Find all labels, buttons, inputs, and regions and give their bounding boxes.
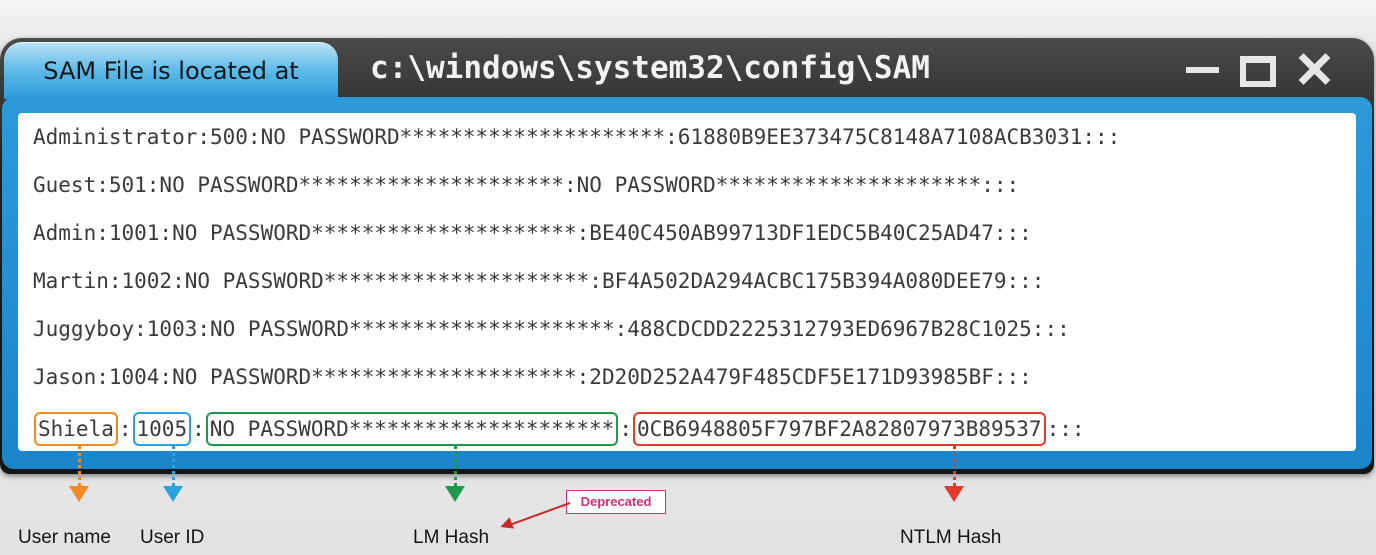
- user-id-arrow: [172, 446, 175, 486]
- close-icon[interactable]: [1296, 54, 1332, 86]
- ntlm-hash-arrow-head: [944, 486, 964, 502]
- deprecated-pointer-line: [507, 502, 571, 527]
- lm-hash-arrow-head: [445, 486, 465, 502]
- sam-entry-jason: Jason:1004:NO PASSWORD******************…: [33, 365, 1032, 389]
- tab-sam-location[interactable]: SAM File is located at: [4, 42, 338, 99]
- line-terminator: :::: [1046, 417, 1085, 441]
- separator: :: [619, 417, 632, 441]
- user-name-field: Shiela: [34, 412, 118, 446]
- ntlm-hash-arrow: [953, 446, 956, 486]
- user-name-arrow: [78, 446, 81, 486]
- user-id-field: 1005: [132, 412, 192, 446]
- tab-label: SAM File is located at: [43, 57, 299, 85]
- sam-entry-admin: Admin:1001:NO PASSWORD******************…: [33, 221, 1032, 245]
- lm-hash-field: NO PASSWORD*********************: [205, 412, 619, 446]
- sam-entry-administrator: Administrator:500:NO PASSWORD***********…: [33, 125, 1121, 149]
- deprecated-pointer-head: [498, 517, 514, 533]
- ntlm-hash-label: NTLM Hash: [900, 527, 1002, 548]
- separator: :: [192, 417, 205, 441]
- deprecated-callout: Deprecated: [566, 490, 666, 514]
- sam-entry-shiela: Shiela:1005: NO PASSWORD*****************…: [33, 412, 1085, 446]
- sam-entry-guest: Guest:501:NO PASSWORD*******************…: [33, 173, 1020, 197]
- sam-entry-martin: Martin:1002:NO PASSWORD*****************…: [33, 269, 1045, 293]
- sam-entry-juggyboy: Juggyboy:1003:NO PASSWORD***************…: [33, 317, 1070, 341]
- user-name-arrow-head: [69, 486, 89, 502]
- ntlm-hash-field: 0CB6948805F797BF2A82807973B89537: [632, 412, 1046, 446]
- user-name-label: User name: [18, 527, 111, 548]
- lm-hash-arrow: [454, 446, 457, 486]
- user-id-arrow-head: [163, 486, 183, 502]
- separator: :: [118, 417, 132, 441]
- lm-hash-label: LM Hash: [413, 527, 490, 548]
- window-controls: [1182, 54, 1342, 90]
- maximize-icon[interactable]: [1240, 56, 1276, 87]
- user-id-label: User ID: [140, 527, 205, 548]
- minimize-icon[interactable]: [1186, 67, 1219, 73]
- sam-path-title: c:\windows\system32\config\SAM: [370, 50, 930, 86]
